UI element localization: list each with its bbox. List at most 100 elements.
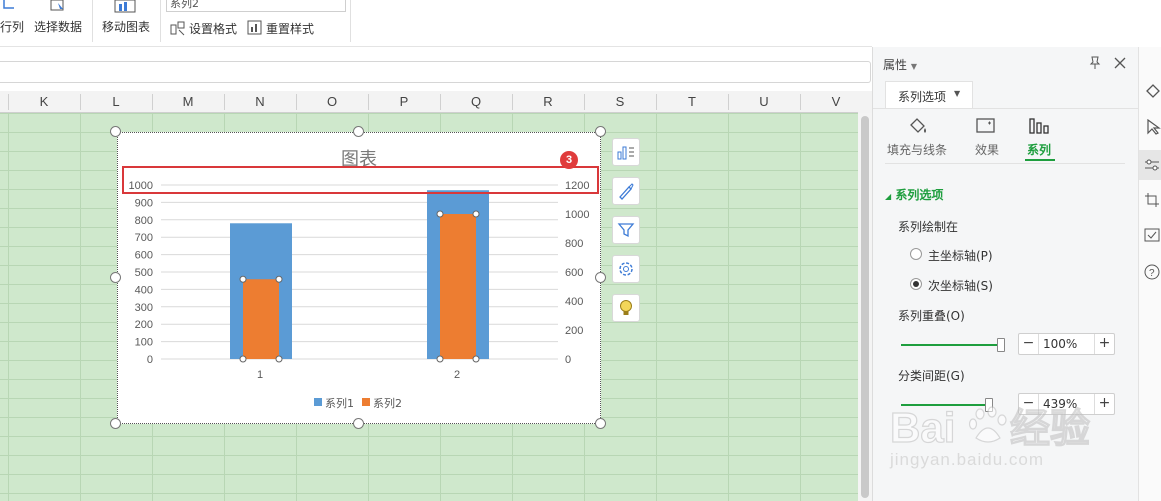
chart-elements-button[interactable] bbox=[612, 138, 640, 166]
overlap-slider-thumb[interactable] bbox=[997, 338, 1005, 352]
secondary-axis-label[interactable]: 次坐标轴(S) bbox=[928, 277, 993, 294]
primary-axis-tick-label: 500 bbox=[135, 267, 153, 279]
chart-settings-button[interactable] bbox=[612, 255, 640, 283]
column-separator bbox=[152, 94, 153, 110]
column-header-o[interactable]: O bbox=[296, 91, 368, 113]
secondary-axis-tick-label: 0 bbox=[565, 354, 571, 366]
selection-handle[interactable] bbox=[275, 275, 283, 283]
lightbulb-icon bbox=[620, 300, 632, 315]
close-icon[interactable] bbox=[1113, 56, 1127, 70]
column-separator bbox=[584, 94, 585, 110]
help-icon[interactable]: ? bbox=[1144, 264, 1160, 280]
primary-axis-tick-label: 700 bbox=[135, 232, 153, 244]
select-data-button[interactable]: 选择数据 bbox=[32, 0, 84, 44]
legend-label-1[interactable]: 系列1 bbox=[325, 396, 354, 410]
minus-button[interactable]: − bbox=[1019, 334, 1039, 354]
checklist-icon[interactable] bbox=[1144, 227, 1160, 243]
chart-tips-button[interactable] bbox=[612, 294, 640, 322]
formula-bar-input[interactable] bbox=[0, 61, 871, 83]
column-header-l[interactable]: L bbox=[80, 91, 152, 113]
svg-text:Bai: Bai bbox=[890, 404, 955, 451]
selection-handle[interactable] bbox=[436, 355, 444, 363]
pin-icon[interactable] bbox=[1088, 56, 1102, 70]
switch-row-col-icon bbox=[3, 0, 14, 9]
overlap-label: 系列重叠(O) bbox=[898, 309, 965, 323]
resize-handle[interactable] bbox=[110, 272, 121, 283]
selection-handle[interactable] bbox=[472, 355, 480, 363]
section-header[interactable]: ◢ 系列选项 bbox=[885, 186, 943, 203]
selection-handle[interactable] bbox=[472, 210, 480, 218]
scrollbar-thumb[interactable] bbox=[861, 116, 869, 498]
category-tick-label: 2 bbox=[454, 369, 460, 381]
plus-button[interactable]: + bbox=[1094, 334, 1114, 354]
column-header-p[interactable]: P bbox=[368, 91, 440, 113]
chart-elements-icon bbox=[617, 146, 634, 160]
reset-style-button[interactable]: 重置样式 bbox=[247, 19, 314, 37]
bar-series2-2[interactable] bbox=[440, 214, 476, 359]
resize-handle[interactable] bbox=[595, 126, 606, 137]
column-header-u[interactable]: U bbox=[728, 91, 800, 113]
series-options-dropdown-label: 系列选项 bbox=[898, 90, 947, 104]
column-header-k[interactable]: K bbox=[8, 91, 80, 113]
column-header-t[interactable]: T bbox=[656, 91, 728, 113]
series-options-dropdown[interactable]: 系列选项 ▼ bbox=[885, 81, 973, 108]
header-corner bbox=[858, 91, 872, 113]
paint-bucket-icon bbox=[910, 118, 926, 133]
panel-title-label: 属性 bbox=[883, 58, 908, 72]
filter-icon bbox=[617, 223, 635, 238]
crop-icon[interactable] bbox=[1144, 192, 1160, 208]
set-format-label: 设置格式 bbox=[189, 21, 238, 36]
series-select-dropdown[interactable]: 系列2 bbox=[166, 0, 346, 12]
resize-handle[interactable] bbox=[110, 126, 121, 137]
secondary-axis-radio[interactable] bbox=[910, 278, 922, 290]
panel-title[interactable]: 属性 ▼ bbox=[883, 56, 917, 73]
selection-handle[interactable] bbox=[275, 355, 283, 363]
set-format-button[interactable]: 设置格式 bbox=[170, 19, 237, 37]
vertical-scrollbar[interactable] bbox=[858, 113, 872, 501]
move-chart-icon bbox=[114, 0, 136, 13]
secondary-axis-tick-label: 400 bbox=[565, 296, 583, 308]
bar-series2-1[interactable] bbox=[243, 279, 279, 359]
resize-handle[interactable] bbox=[353, 418, 364, 429]
column-separator bbox=[728, 94, 729, 110]
column-header-s[interactable]: S bbox=[584, 91, 656, 113]
secondary-axis-tick-label: 1000 bbox=[565, 209, 589, 221]
column-header-r[interactable]: R bbox=[512, 91, 584, 113]
primary-axis-radio[interactable] bbox=[910, 248, 922, 260]
switch-row-col-button[interactable]: 行列 bbox=[0, 0, 24, 44]
resize-handle[interactable] bbox=[110, 418, 121, 429]
tab-effects-label: 效果 bbox=[975, 143, 1000, 157]
baidu-watermark: Bai 经验 jingyan.baidu.com bbox=[888, 400, 1128, 490]
column-separator bbox=[224, 94, 225, 110]
overlap-value[interactable]: 100% bbox=[1043, 334, 1077, 354]
column-header-m[interactable]: M bbox=[152, 91, 224, 113]
ribbon: 行列 选择数据 移动图表 系列2 设置格式 重置样式 bbox=[0, 0, 872, 47]
column-header-n[interactable]: N bbox=[224, 91, 296, 113]
resize-handle[interactable] bbox=[353, 126, 364, 137]
move-chart-button[interactable]: 移动图表 bbox=[98, 0, 154, 44]
adjust-icon[interactable] bbox=[1144, 157, 1160, 173]
chart-style-button[interactable] bbox=[612, 177, 640, 205]
tab-series[interactable]: 系列 bbox=[1023, 115, 1059, 161]
paint-icon[interactable] bbox=[1145, 83, 1161, 99]
secondary-axis-tick-label: 600 bbox=[565, 267, 583, 279]
resize-handle[interactable] bbox=[595, 272, 606, 283]
legend-label-2[interactable]: 系列2 bbox=[373, 396, 402, 410]
overlap-slider-track[interactable] bbox=[901, 344, 1001, 346]
primary-axis-tick-label: 0 bbox=[147, 354, 153, 366]
tab-effects[interactable]: 效果 bbox=[971, 115, 1007, 159]
column-separator bbox=[512, 94, 513, 110]
cursor-icon[interactable] bbox=[1145, 119, 1161, 135]
primary-axis-label[interactable]: 主坐标轴(P) bbox=[928, 247, 993, 264]
column-header-q[interactable]: Q bbox=[440, 91, 512, 113]
selection-handle[interactable] bbox=[239, 355, 247, 363]
overlap-stepper[interactable]: − 100% + bbox=[1018, 333, 1115, 355]
tab-fill-line[interactable]: 填充与线条 bbox=[885, 115, 949, 159]
chart-filter-button[interactable] bbox=[612, 216, 640, 244]
section-title: 系列选项 bbox=[895, 188, 944, 202]
resize-handle[interactable] bbox=[595, 418, 606, 429]
selection-handle[interactable] bbox=[239, 275, 247, 283]
set-format-icon bbox=[170, 21, 185, 36]
effects-icon bbox=[976, 118, 995, 133]
selection-handle[interactable] bbox=[436, 210, 444, 218]
